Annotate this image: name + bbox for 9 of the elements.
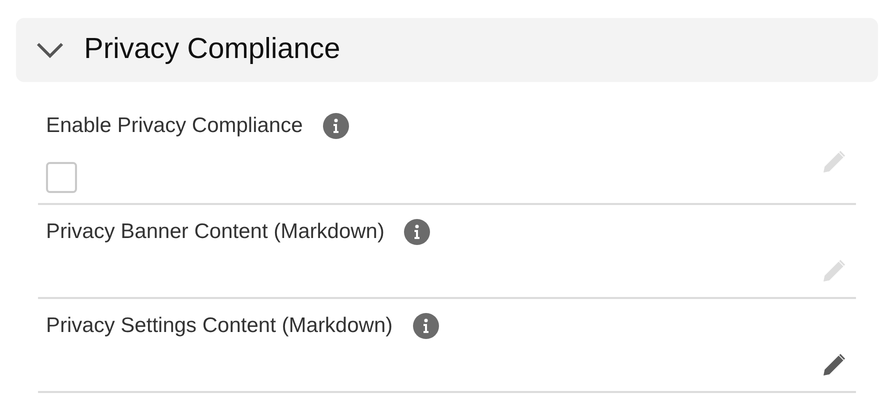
field-label: Privacy Settings Content (Markdown) xyxy=(46,313,393,340)
checkbox[interactable] xyxy=(46,162,77,193)
chevron-icon xyxy=(36,42,64,58)
section-header[interactable]: Privacy Compliance xyxy=(16,18,878,82)
info-icon[interactable] xyxy=(322,113,349,139)
field-label: Enable Privacy Compliance xyxy=(46,113,303,140)
field-label: Privacy Banner Content (Markdown) xyxy=(46,219,384,246)
info-icon[interactable] xyxy=(412,313,439,339)
info-icon[interactable] xyxy=(404,219,430,245)
